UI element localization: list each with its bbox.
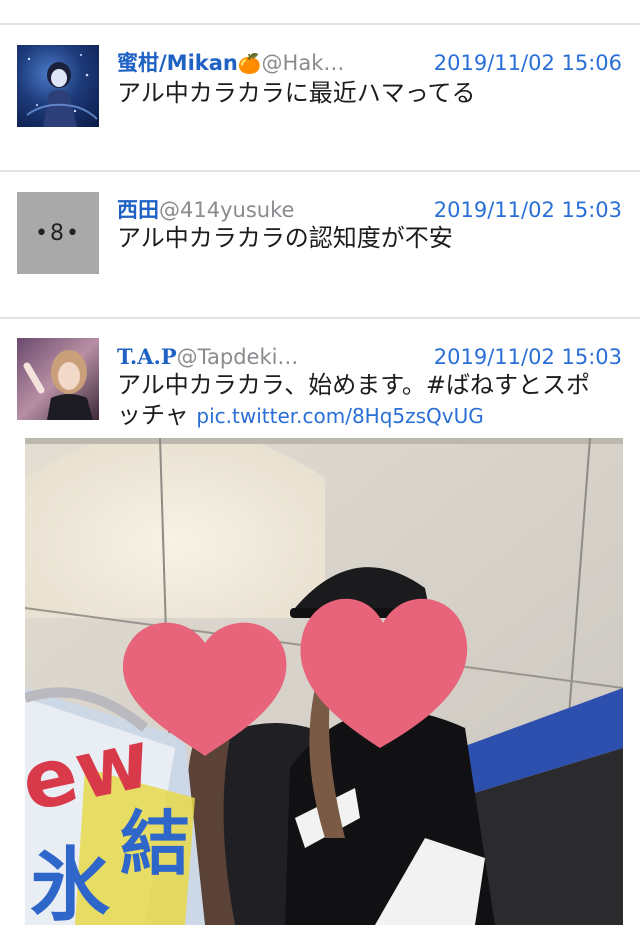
tweet-timestamp[interactable]: 2019/11/02 15:03 [434, 195, 622, 225]
can-kanji-ice: 氷 [30, 839, 110, 925]
tweet-text-line: ッチャ pic.twitter.com/8Hq5zsQvUG [117, 400, 627, 431]
tweet-header: T.A.P@Tapdeki… [117, 342, 298, 372]
can-kanji-knot: 結 [120, 803, 190, 885]
tweet-photo[interactable]: ew 氷 結 [25, 438, 623, 925]
avatar-photo [23, 350, 93, 420]
user-name[interactable]: 西田 [117, 198, 159, 222]
avatar-face-glyph: •8• [35, 220, 81, 246]
tweet-text: アル中カラカラの認知度が不安 [117, 224, 453, 252]
avatar[interactable]: •8• [17, 192, 99, 274]
tweet-item[interactable]: •8• 西田@414yusuke 2019/11/02 15:03 アル中カラカ… [0, 189, 640, 319]
tweet-item[interactable]: 蜜柑/Mikan🍊@Hak… 2019/11/02 15:06 アル中カラカラに… [0, 42, 640, 172]
user-name[interactable]: T.A.P [117, 344, 177, 369]
tangerine-emoji-icon: 🍊 [237, 53, 262, 75]
user-handle[interactable]: @414yusuke [159, 198, 294, 222]
tweet-header: 西田@414yusuke [117, 195, 294, 225]
avatar[interactable] [17, 45, 99, 127]
tweet-text: アル中カラカラ、始めます。#ばねすとスポ ッチャ pic.twitter.com… [117, 370, 627, 431]
media-link[interactable]: pic.twitter.com/8Hq5zsQvUG [196, 404, 483, 428]
tweet-timestamp[interactable]: 2019/11/02 15:03 [434, 342, 622, 372]
user-handle[interactable]: @Tapdeki… [177, 345, 299, 369]
tweet-header: 蜜柑/Mikan🍊@Hak… [117, 48, 344, 79]
avatar[interactable] [17, 338, 99, 420]
tweet-text-line: アル中カラカラ、始めます。#ばねすとスポ [117, 371, 590, 399]
photo-illustration: ew 氷 結 [25, 438, 623, 925]
tweet-text-continued: ッチャ [117, 401, 189, 429]
user-handle[interactable]: @Hak… [262, 51, 345, 75]
separator [0, 317, 640, 319]
tweet-text: アル中カラカラに最近ハマってる [117, 79, 476, 107]
avatar-illustration [26, 54, 98, 127]
user-name[interactable]: 蜜柑/Mikan [117, 51, 238, 75]
tweet-timestamp[interactable]: 2019/11/02 15:06 [434, 48, 622, 78]
separator [0, 170, 640, 172]
separator [0, 23, 640, 25]
